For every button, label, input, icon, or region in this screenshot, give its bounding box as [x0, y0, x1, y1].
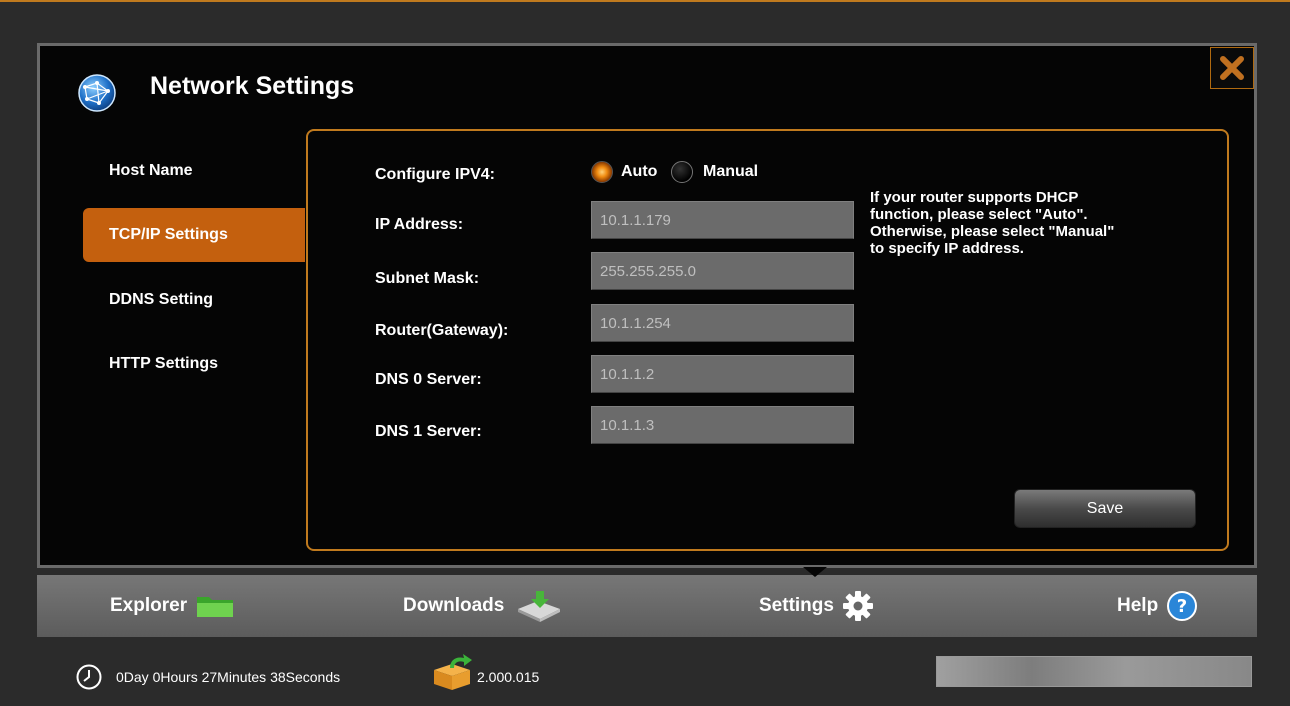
- svg-text:?: ?: [1177, 596, 1187, 617]
- progress-fill: [937, 657, 1251, 686]
- help-line: If your router supports DHCP: [870, 189, 1079, 206]
- status-progress-bar: [936, 656, 1252, 687]
- tab-explorer[interactable]: Explorer: [110, 575, 235, 637]
- manual-radio[interactable]: [671, 161, 693, 183]
- dns1-server-label: DNS 1 Server:: [375, 423, 482, 440]
- dialog-title: Network Settings: [150, 72, 355, 100]
- close-button[interactable]: [1210, 47, 1254, 89]
- ip-address-field[interactable]: [591, 201, 854, 239]
- tab-help[interactable]: Help ?: [1117, 575, 1198, 637]
- tab-settings[interactable]: Settings: [759, 575, 874, 637]
- auto-radio[interactable]: [591, 161, 613, 183]
- sidebar-item-host-name[interactable]: Host Name: [83, 144, 305, 198]
- save-button[interactable]: Save: [1014, 489, 1196, 528]
- download-drive-icon: [518, 591, 561, 622]
- tab-settings-label: Settings: [759, 595, 834, 616]
- top-accent-line: [0, 0, 1290, 2]
- subnet-mask-label: Subnet Mask:: [375, 270, 480, 287]
- sidebar-item-ddns-setting[interactable]: DDNS Setting: [83, 273, 305, 327]
- sidebar-item-tcpip-settings[interactable]: TCP/IP Settings: [83, 208, 305, 262]
- dhcp-help-text: If your router supports DHCP function, p…: [870, 189, 1210, 257]
- clock-icon: [76, 664, 102, 690]
- ip-address-label: IP Address:: [375, 216, 464, 233]
- uptime-text: 0Day 0Hours 27Minutes 38Seconds: [116, 669, 341, 685]
- package-update-icon: [434, 654, 472, 690]
- auto-radio-label[interactable]: Auto: [621, 163, 657, 181]
- version-text: 2.000.015: [477, 669, 540, 685]
- help-icon: ?: [1167, 591, 1198, 621]
- close-icon: [1220, 56, 1244, 80]
- sidebar-item-http-settings[interactable]: HTTP Settings: [83, 337, 305, 391]
- configure-ipv4-label: Configure IPV4:: [375, 166, 496, 183]
- help-line: to specify IP address.: [870, 240, 1024, 257]
- dns0-server-label: DNS 0 Server:: [375, 371, 482, 388]
- router-gateway-label: Router(Gateway):: [375, 322, 509, 339]
- tab-explorer-label: Explorer: [110, 595, 188, 616]
- dns1-server-field[interactable]: [591, 406, 854, 444]
- dns0-server-field[interactable]: [591, 355, 854, 393]
- help-line: Otherwise, please select "Manual": [870, 223, 1115, 240]
- manual-radio-label[interactable]: Manual: [703, 163, 758, 181]
- help-line: function, please select "Auto".: [870, 206, 1088, 223]
- folder-icon: [197, 597, 234, 617]
- globe-network-icon: [78, 74, 116, 112]
- subnet-mask-field[interactable]: [591, 252, 854, 290]
- tab-help-label: Help: [1117, 595, 1159, 616]
- router-gateway-field[interactable]: [591, 304, 854, 342]
- tab-downloads[interactable]: Downloads: [403, 575, 564, 637]
- tab-downloads-label: Downloads: [403, 595, 505, 616]
- gear-icon: [842, 591, 873, 621]
